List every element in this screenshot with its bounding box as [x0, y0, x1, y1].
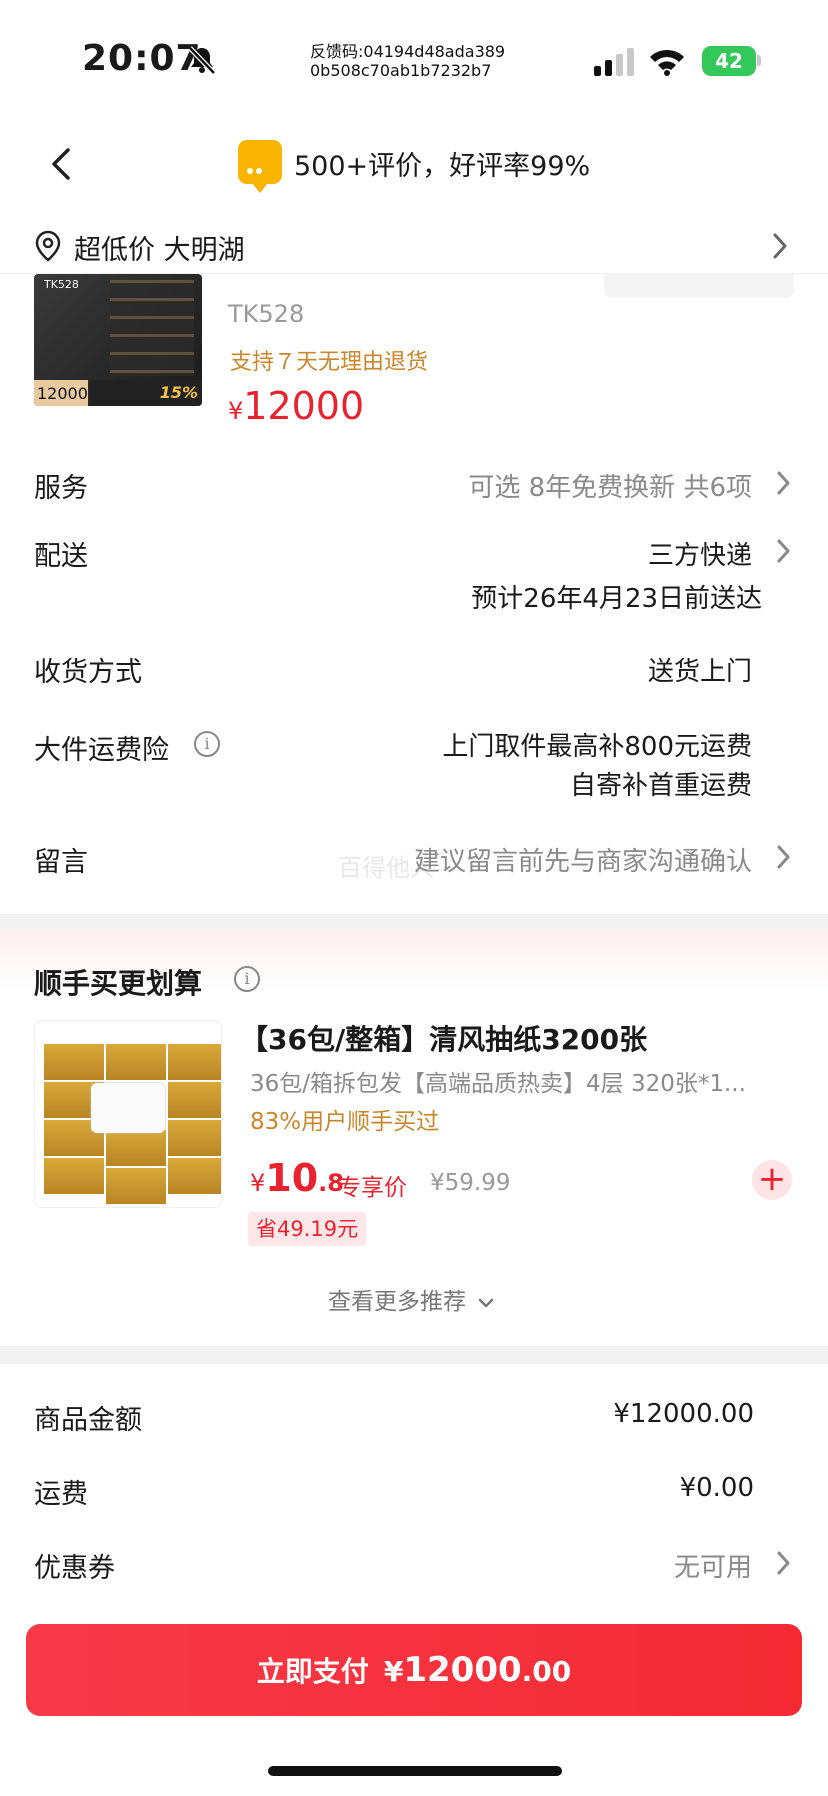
- chevron-right-icon: [777, 1551, 790, 1575]
- recommend-save-badge: 省49.19元: [248, 1212, 367, 1246]
- coupon-label: 优惠券: [34, 1553, 115, 1584]
- receive-value[interactable]: 送货上门: [648, 651, 752, 688]
- bell-muted-icon: [188, 46, 216, 75]
- pay-amount-int: 12000: [403, 1650, 522, 1690]
- chevron-right-icon: [777, 845, 790, 869]
- battery-indicator: 42: [702, 46, 756, 76]
- product-price: ¥12000: [228, 384, 364, 428]
- receive-label: 收货方式: [34, 657, 142, 688]
- chevron-right-icon: [773, 233, 787, 259]
- feedback-line-1: 反馈码:04194d48ada389: [310, 42, 506, 61]
- goods-amount-label: 商品金额: [34, 1405, 142, 1436]
- product-image-shelves: [110, 280, 194, 376]
- info-icon[interactable]: i: [234, 966, 260, 992]
- section-divider: [0, 1346, 828, 1364]
- feedback-line-2: 0b508c70ab1b7232b7: [310, 61, 492, 80]
- price-currency: ¥: [228, 397, 244, 425]
- insurance-line-2: 自寄补首重运费: [569, 771, 752, 801]
- recommend-product-name[interactable]: 【36包/整箱】清风抽纸3200张: [240, 1018, 647, 1058]
- location-pin-icon: [35, 230, 61, 262]
- recommend-price-tag: 专享价: [338, 1175, 407, 1201]
- delivery-eta: 预计26年4月23日前送达: [471, 584, 762, 614]
- recommend-price-int: 10: [265, 1156, 319, 1200]
- recommend-price-currency: ¥: [250, 1169, 266, 1197]
- chevron-right-icon: [777, 539, 790, 563]
- message-input[interactable]: 建议留言前先与商家沟通确认: [414, 841, 752, 878]
- recommend-title: 顺手买更划算: [34, 967, 203, 1000]
- home-indicator: [268, 1766, 562, 1776]
- product-image-discount: 15%: [159, 383, 198, 402]
- more-recommendations-link[interactable]: 查看更多推荐: [328, 1282, 495, 1316]
- product-image[interactable]: TK528 12000 15%: [34, 274, 202, 406]
- service-value[interactable]: 可选 8年免费换新 共6项: [468, 467, 752, 504]
- product-image-tag: TK528: [44, 278, 79, 291]
- section-divider: [0, 914, 828, 930]
- product-sku: TK528: [228, 300, 305, 328]
- address-bar[interactable]: 超低价 大明湖: [0, 220, 828, 274]
- status-time: 20:07: [82, 38, 202, 79]
- pay-now-button[interactable]: 立即支付 ¥12000.00: [26, 1624, 802, 1716]
- recommend-product-desc: 36包/箱拆包发【高端品质热卖】4层 320张*1...: [250, 1071, 746, 1097]
- address-text: 超低价 大明湖: [74, 235, 245, 266]
- message-label: 留言: [34, 847, 88, 878]
- pay-currency: ¥: [383, 1655, 404, 1688]
- product-image-price: 12000: [34, 380, 88, 406]
- rating-summary[interactable]: 500+评价，好评率99%: [294, 144, 590, 183]
- wifi-icon: [650, 49, 684, 76]
- pay-now-label: 立即支付: [256, 1655, 369, 1688]
- delivery-label: 配送: [34, 541, 88, 572]
- return-policy: 支持７天无理由退货: [230, 350, 429, 375]
- recommend-social-proof: 83%用户顺手买过: [250, 1109, 440, 1135]
- goods-amount-value: ¥12000.00: [613, 1399, 754, 1429]
- chevron-down-icon: [479, 1298, 494, 1308]
- more-recommendations-label: 查看更多推荐: [328, 1289, 466, 1315]
- battery-tip: [757, 55, 761, 66]
- delivery-value[interactable]: 三方快递: [648, 535, 752, 572]
- price-value: 12000: [243, 384, 365, 428]
- service-label: 服务: [34, 473, 88, 504]
- recommend-product-image[interactable]: [34, 1020, 222, 1208]
- add-to-order-button[interactable]: +: [752, 1160, 792, 1200]
- coupon-value[interactable]: 无可用: [674, 1547, 752, 1584]
- status-bar: 20:07 反馈码:04194d48ada389 0b508c70ab1b723…: [0, 0, 828, 120]
- insurance-line-1: 上门取件最高补800元运费: [442, 732, 752, 762]
- recommend-price: ¥10.8: [250, 1156, 344, 1200]
- cellular-signal-icon: [594, 48, 634, 76]
- shipping-value: ¥0.00: [679, 1473, 754, 1503]
- chevron-right-icon: [777, 471, 790, 495]
- back-arrow-icon[interactable]: [46, 144, 78, 184]
- insurance-label: 大件运费险: [34, 735, 169, 766]
- pay-amount-dec: .00: [521, 1655, 572, 1688]
- shipping-label: 运费: [34, 1479, 88, 1510]
- quantity-stepper[interactable]: [604, 274, 794, 298]
- feedback-code: 反馈码:04194d48ada389 0b508c70ab1b7232b7: [310, 42, 505, 80]
- nav-bar: 500+评价，好评率99%: [0, 120, 828, 220]
- recommend-original-price: ¥59.99: [430, 1170, 511, 1196]
- chat-bubble-icon: [238, 140, 282, 193]
- info-icon[interactable]: i: [194, 731, 220, 757]
